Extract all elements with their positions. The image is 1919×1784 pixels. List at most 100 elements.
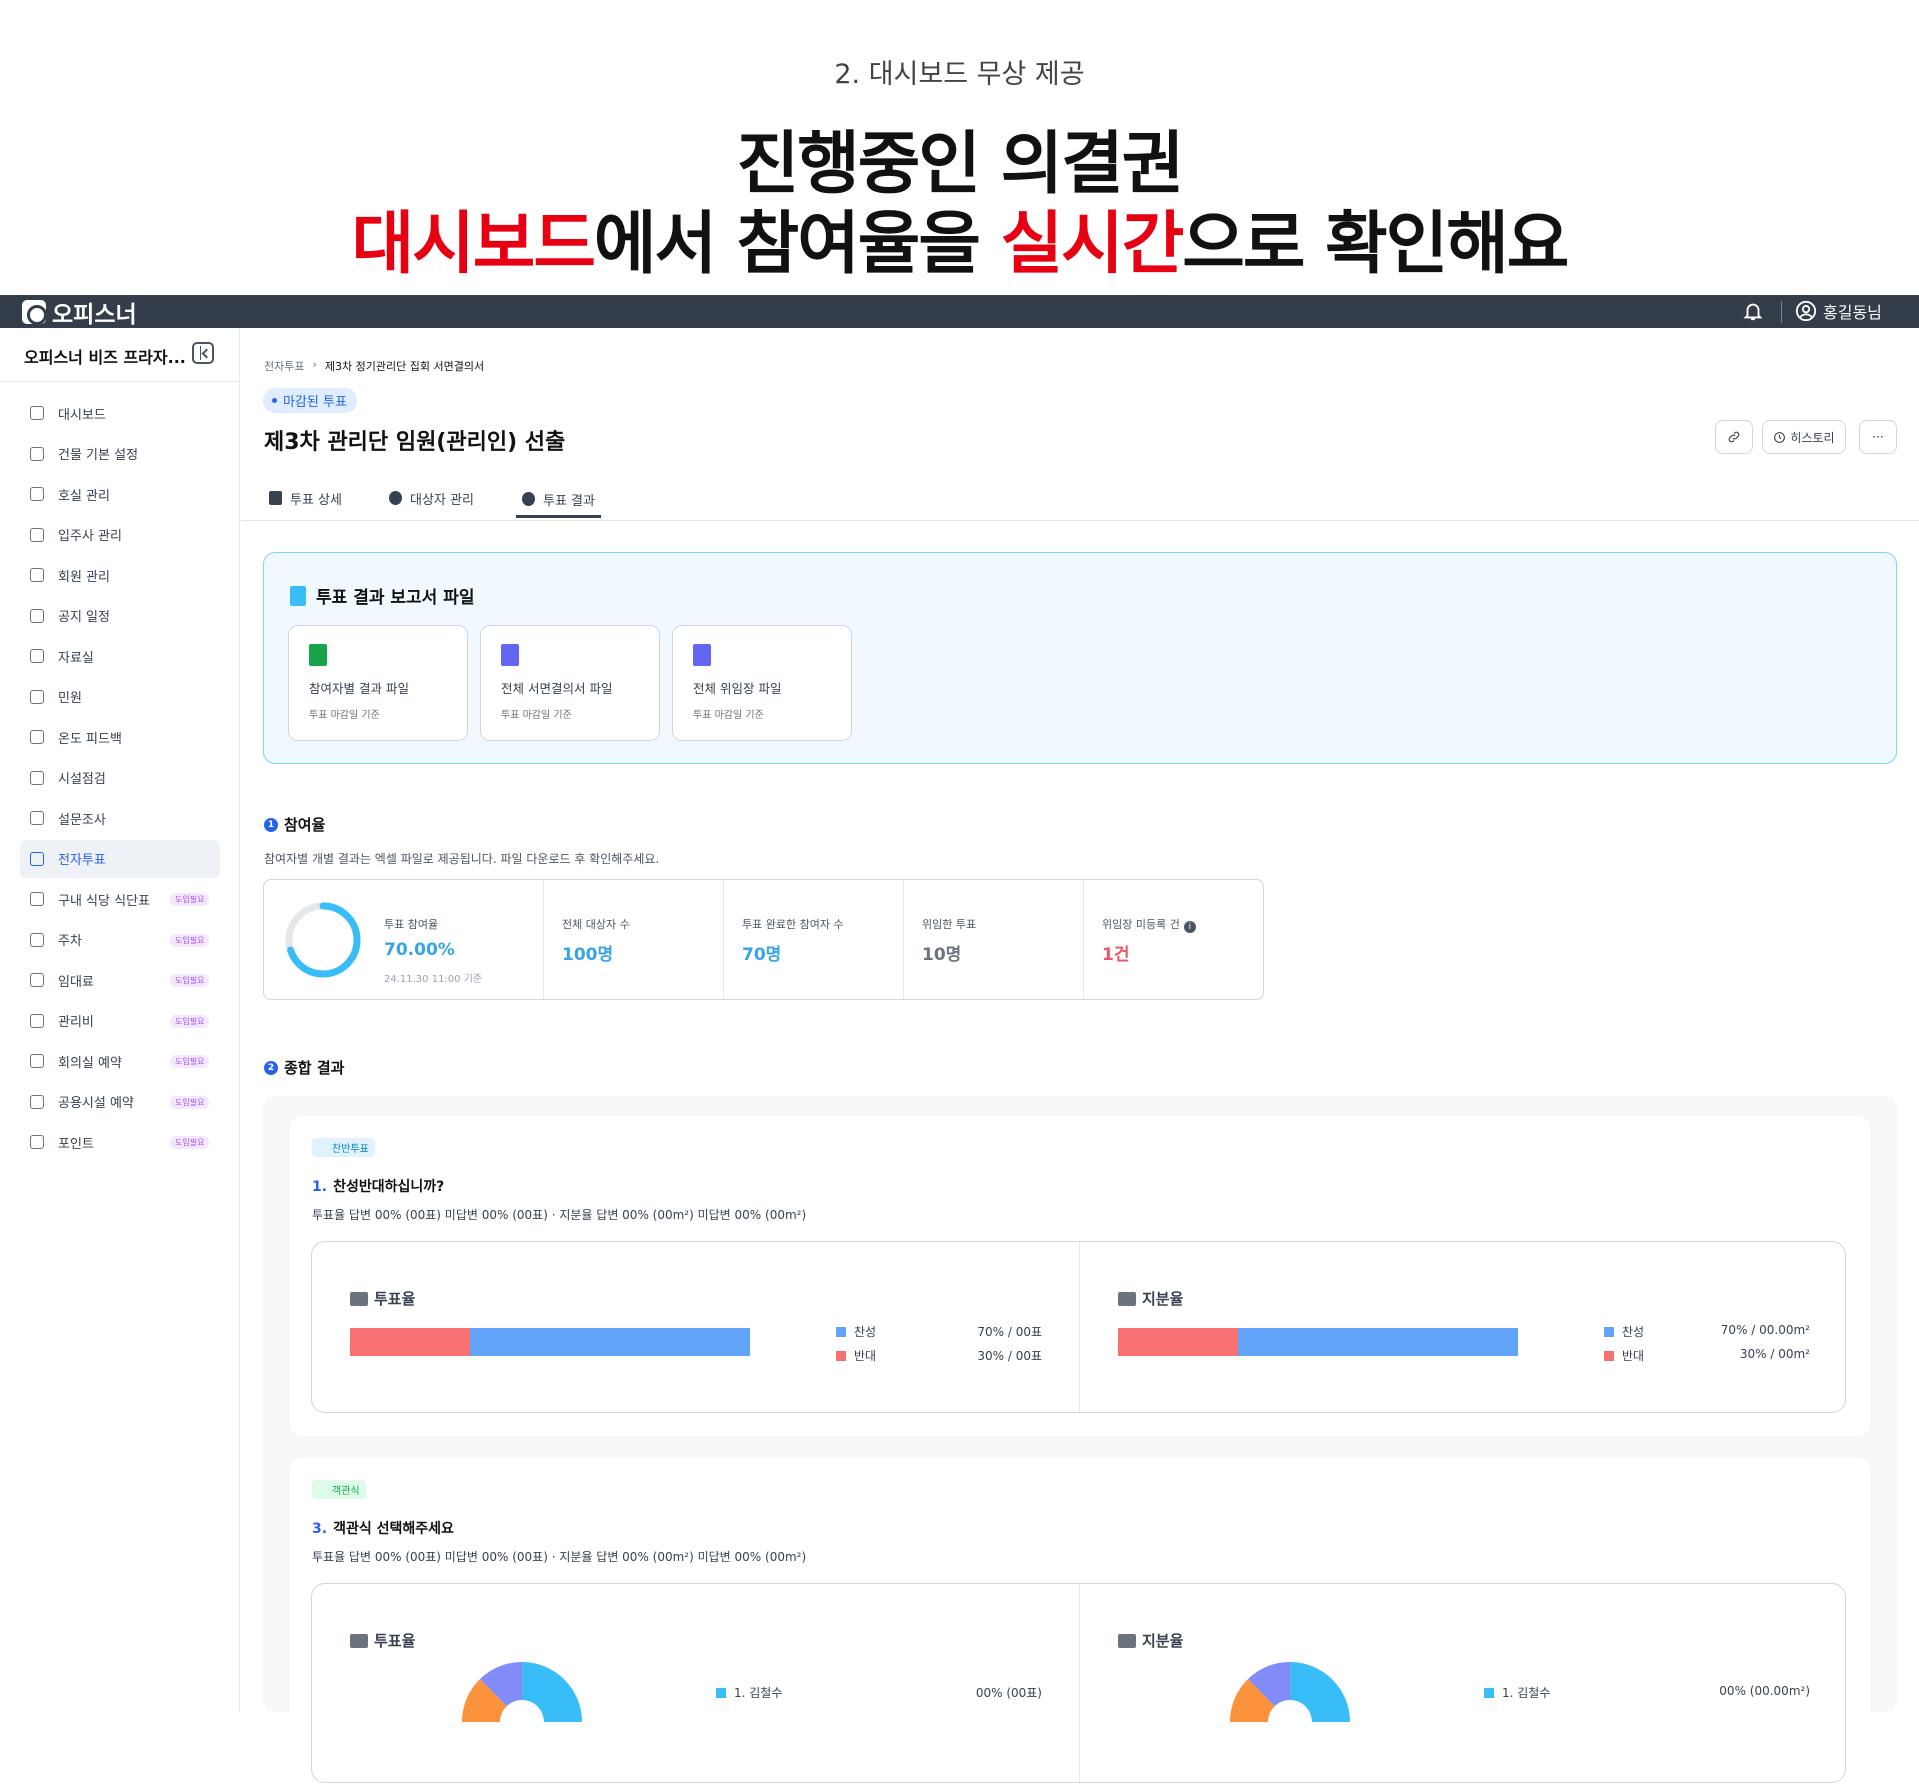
more-button[interactable]: ··· xyxy=(1859,420,1897,454)
xls-file-icon xyxy=(309,644,327,666)
file-card-participants[interactable]: 참여자별 결과 파일 투표 마감일 기준 xyxy=(288,625,468,741)
app-logo[interactable]: 오피스너 xyxy=(22,298,137,328)
tab-target-management[interactable]: 대상자 관리 xyxy=(389,483,474,513)
menu-icon xyxy=(30,1094,44,1109)
completed-value: 70명 xyxy=(742,945,782,965)
user-avatar-icon xyxy=(1795,300,1817,322)
history-button[interactable]: 히스토리 xyxy=(1762,420,1846,454)
file-card-written-resolutions[interactable]: 전체 서면결의서 파일 투표 마감일 기준 xyxy=(480,625,660,741)
sidebar-item[interactable]: 구내 식당 식단표 도입필요 xyxy=(20,880,220,918)
sidebar-item[interactable]: 공용시설 예약 도입필요 xyxy=(20,1083,220,1121)
panel-title-text: 지분율 xyxy=(1142,1632,1184,1650)
file-name: 전체 위임장 파일 xyxy=(693,681,782,696)
stat-divider xyxy=(903,880,904,999)
sidebar-item[interactable]: 시설점검 xyxy=(20,759,220,797)
document-icon xyxy=(290,585,306,606)
sidebar-nav: 대시보드 건물 기본 설정 호실 관리 입주사 관리회원 관리공지 일정자료실 민원 온도… xyxy=(20,394,220,1164)
user-menu[interactable]: 홍길동님 xyxy=(1795,299,1882,323)
bar-segment-against xyxy=(1118,1328,1238,1356)
sidebar-item[interactable]: 입주사 관리 xyxy=(20,516,220,554)
sidebar-item[interactable]: 임대료 도입필요 xyxy=(20,961,220,999)
sidebar-item-label: 공용시설 예약 xyxy=(58,1096,134,1111)
breadcrumb-parent[interactable]: 전자투표 xyxy=(264,358,304,374)
unregistered-proxy-label-text: 위임장 미등록 건 xyxy=(1102,918,1180,931)
page-title: 제3차 관리단 임원(관리인) 선출 xyxy=(264,430,566,455)
sidebar-item[interactable]: 회원 관리 xyxy=(20,556,220,594)
menu-icon xyxy=(30,406,44,420)
stat-divider xyxy=(543,880,544,999)
copy-link-button[interactable] xyxy=(1715,420,1753,454)
bar-segment-against xyxy=(350,1328,470,1356)
section-title: 종합 결과 xyxy=(284,1059,345,1077)
file-sub: 투표 마감일 기준 xyxy=(501,710,572,721)
rate-note: 24.11.30 11:00 기준 xyxy=(384,974,483,985)
question-summary: 투표율 답변 00% (00표) 미답변 00% (00표) · 지분율 답변 … xyxy=(312,1550,807,1564)
sidebar-item-label: 회원 관리 xyxy=(58,569,110,585)
sidebar-item[interactable]: 자료실 xyxy=(20,637,220,675)
share-rate-panel: 지분율 찬성 70% / 00.00m² 반대 30% / 00m² xyxy=(1080,1242,1847,1412)
panel-title-text: 투표율 xyxy=(374,1632,416,1650)
question-number: 3. xyxy=(312,1521,328,1537)
sidebar-item[interactable]: 호실 관리 xyxy=(20,475,220,513)
legend-value: 00% (00표) xyxy=(975,1686,1042,1700)
topbar-divider xyxy=(1781,301,1782,323)
sidebar-item[interactable]: 민원 xyxy=(20,678,220,716)
sidebar-item-label: 포인트 xyxy=(58,1136,94,1152)
menu-icon xyxy=(30,1135,44,1149)
sidebar-item[interactable]: 회의실 예약 도입필요 xyxy=(20,1042,220,1080)
menu-icon xyxy=(30,1054,44,1068)
panel-title: 지분율 xyxy=(1118,1288,1183,1309)
sidebar-item[interactable]: 관리비 도입필요 xyxy=(20,1002,220,1040)
tab-label: 대상자 관리 xyxy=(410,492,474,508)
legend-label: 1. 김철수 xyxy=(1502,1686,1551,1700)
sidebar-item[interactable]: 공지 일정 xyxy=(20,597,220,635)
layers-icon xyxy=(350,1291,368,1306)
status-badge: 마감된 투표 xyxy=(263,388,357,413)
section-number-badge: 2 xyxy=(264,1060,278,1075)
sidebar: 오피스너 비즈 프라자... 대시보드 건물 기본 설정 호실 관리 입주사 관리회원… xyxy=(0,328,240,1712)
tab-vote-result[interactable]: 투표 결과 xyxy=(516,483,601,518)
vote-rate-bar xyxy=(350,1328,750,1356)
sidebar-item[interactable]: 대시보드 xyxy=(20,394,220,432)
sidebar-item[interactable]: 건물 기본 설정 xyxy=(20,435,220,473)
sidebar-item[interactable]: 주차 도입필요 xyxy=(20,921,220,959)
legend-label: 1. 김철수 xyxy=(734,1686,783,1700)
workspace-name[interactable]: 오피스너 비즈 프라자... xyxy=(24,344,186,368)
rate-label: 투표 참여율 xyxy=(384,918,439,931)
legend-swatch xyxy=(1484,1688,1494,1698)
bell-icon[interactable] xyxy=(1742,300,1764,322)
sidebar-item-label: 구내 식당 식단표 xyxy=(58,893,150,909)
question-number: 1. xyxy=(312,1179,328,1195)
logo-text: 오피스너 xyxy=(52,301,137,328)
sidebar-item[interactable]: 포인트 도입필요 xyxy=(20,1123,220,1161)
sidebar-item-label: 공지 일정 xyxy=(58,610,110,625)
legend-for: 찬성 xyxy=(1604,1323,1644,1340)
vote-rate-pie xyxy=(462,1662,582,1722)
sidebar-item[interactable]: 설문조사 xyxy=(20,799,220,837)
sidebar-item-label: 임대료 xyxy=(58,974,94,990)
report-title-text: 투표 결과 보고서 파일 xyxy=(316,588,475,608)
zip-file-icon xyxy=(501,644,519,666)
vote-rate-panel: 투표율 찬성 70% / 00표 반대 30% / 00표 xyxy=(312,1242,1079,1412)
summary-panel: 찬반투표 1. 찬성반대하십니까? 투표율 답변 00% (00표) 미답변 00… xyxy=(263,1096,1897,1784)
breadcrumb-current: 제3차 정기관리단 집회 서면결의서 xyxy=(324,360,485,373)
completed-label: 투표 완료한 참여자 수 xyxy=(742,918,844,931)
report-title: 투표 결과 보고서 파일 xyxy=(290,583,475,608)
tab-bar: 투표 상세 대상자 관리 투표 결과 xyxy=(241,471,1919,521)
menu-icon xyxy=(30,851,44,866)
stat-divider xyxy=(1083,880,1084,999)
sidebar-item[interactable]: 전자투표 xyxy=(20,839,220,878)
legend-option-1: 1. 김철수 xyxy=(1484,1684,1550,1701)
tab-vote-detail[interactable]: 투표 상세 xyxy=(269,483,342,513)
share-rate-bar xyxy=(1118,1328,1518,1356)
legend-swatch xyxy=(716,1688,726,1698)
sidebar-collapse-icon[interactable] xyxy=(192,342,214,364)
file-card-proxies[interactable]: 전체 위임장 파일 투표 마감일 기준 xyxy=(672,625,852,741)
sidebar-item[interactable]: 온도 피드백 xyxy=(20,718,220,756)
legend-value: 30% / 00표 xyxy=(977,1349,1042,1363)
intro-required-badge: 도입필요 xyxy=(170,893,210,906)
unregistered-proxy-value: 1건 xyxy=(1102,945,1130,965)
section-title: 참여율 xyxy=(284,816,326,834)
info-icon[interactable]: i xyxy=(1183,921,1196,933)
menu-icon xyxy=(30,973,44,987)
